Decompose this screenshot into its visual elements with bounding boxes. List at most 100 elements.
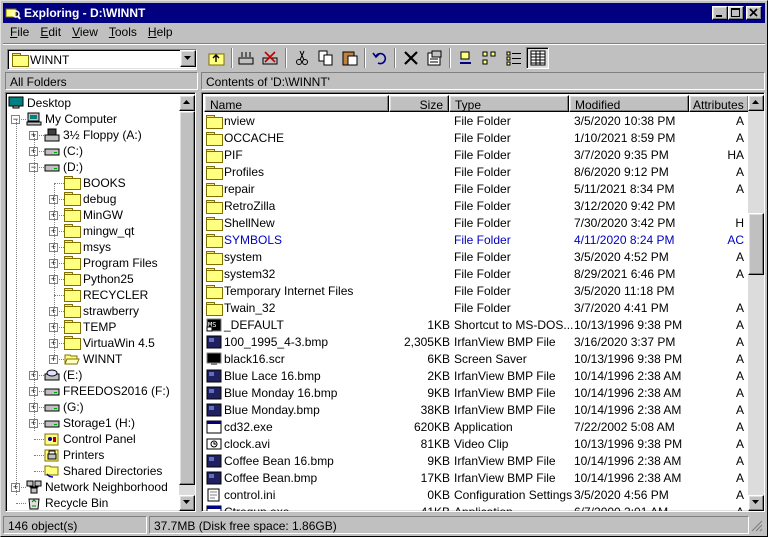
details-view-button[interactable] (526, 47, 549, 69)
column-modified[interactable]: Modified (569, 95, 689, 112)
file-row[interactable]: cd32.exe 620KB Application 7/22/2002 5:08 A… (204, 419, 748, 436)
properties-button[interactable] (423, 47, 446, 69)
file-row[interactable]: clock.avi 81KB Video Clip 10/13/1996 9:38 P… (204, 436, 748, 453)
tree-item[interactable]: My Computer (26, 111, 117, 127)
file-row[interactable]: Ctrequn.exe 41KB Application 6/7/2000 2:01 … (204, 504, 748, 511)
close-button[interactable] (746, 6, 762, 20)
column-name[interactable]: Name (204, 95, 389, 112)
minimize-button[interactable] (712, 6, 728, 20)
tree-item[interactable]: (D:) (44, 159, 83, 175)
tree-item[interactable]: Python25 (64, 271, 134, 287)
small-icons-button[interactable] (478, 47, 501, 69)
menu-file[interactable]: File (5, 24, 35, 42)
cut-button[interactable] (290, 47, 313, 69)
address-combo[interactable]: WINNT (7, 49, 197, 70)
tree-item[interactable]: Storage1 (H:) (44, 415, 135, 431)
tree-item[interactable]: Network Neighborhood (26, 479, 168, 495)
file-row[interactable]: Coffee Bean.bmp 17KB IrfanView BMP File 10/… (204, 470, 748, 487)
file-row[interactable]: repair File Folder 5/11/2021 8:34 PM A (204, 181, 748, 198)
tree-scrollbar[interactable] (179, 95, 195, 511)
file-modified: 10/14/1996 2:38 AM (574, 369, 682, 383)
tree-item-label: (C:) (63, 144, 83, 158)
column-type[interactable]: Type (449, 95, 569, 112)
up-one-level-button[interactable] (205, 47, 228, 69)
tree-item[interactable]: debug (64, 191, 116, 207)
dropdown-button[interactable] (180, 50, 196, 67)
file-row[interactable]: black16.scr 6KB Screen Saver 10/13/1996 9:3… (204, 351, 748, 368)
file-name: SYMBOLS (224, 233, 283, 247)
file-row[interactable]: system File Folder 3/5/2020 4:52 PM A (204, 249, 748, 266)
file-type: File Folder (454, 250, 511, 264)
file-row[interactable]: Blue Monday.bmp 38KB IrfanView BMP File 10/… (204, 402, 748, 419)
file-type: File Folder (454, 301, 511, 315)
scroll-down-button[interactable] (179, 495, 195, 511)
list-scrollbar[interactable] (748, 95, 764, 511)
file-attributes: A (735, 182, 744, 196)
file-row[interactable]: SYMBOLS File Folder 4/11/2020 8:24 PM AC (204, 232, 748, 249)
tree-item[interactable]: Shared Directories (44, 463, 162, 479)
scroll-up-button[interactable] (748, 95, 764, 111)
file-row[interactable]: control.ini 0KB Configuration Settings 3/5/… (204, 487, 748, 504)
file-row[interactable]: Profiles File Folder 8/6/2020 9:12 PM A (204, 164, 748, 181)
tree-item[interactable]: strawberry (64, 303, 139, 319)
tree-item[interactable]: BOOKS (64, 175, 126, 191)
drive-icon (44, 144, 60, 158)
tree-item[interactable]: WINNT (64, 351, 122, 367)
tree-item[interactable]: Recycle Bin (26, 495, 108, 511)
delete-button[interactable] (399, 47, 422, 69)
copy-button[interactable] (314, 47, 337, 69)
tree-item[interactable]: RECYCLER (64, 287, 148, 303)
file-row[interactable]: Coffee Bean 16.bmp 9KB IrfanView BMP File 1… (204, 453, 748, 470)
large-icons-button[interactable] (454, 47, 477, 69)
scroll-up-button[interactable] (179, 95, 195, 111)
tree-item[interactable]: TEMP (64, 319, 116, 335)
map-drive-icon[interactable] (235, 47, 258, 69)
tree-item[interactable]: Printers (44, 447, 104, 463)
column-size[interactable]: Size (389, 95, 449, 112)
file-row[interactable]: nview File Folder 3/5/2020 10:38 PM A (204, 113, 748, 130)
disconnect-drive-icon[interactable] (259, 47, 282, 69)
tree-item[interactable]: FREEDOS2016 (F:) (44, 383, 170, 399)
paste-button[interactable] (338, 47, 361, 69)
title-bar[interactable]: Exploring - D:\WINNT (3, 3, 765, 23)
menu-tools[interactable]: Tools (104, 24, 143, 42)
file-row[interactable]: Temporary Internet Files File Folder 3/5/2… (204, 283, 748, 300)
file-attributes: A (735, 403, 744, 417)
list-scroll-thumb[interactable] (748, 213, 764, 275)
menu-edit[interactable]: Edit (35, 24, 67, 42)
column-attributes[interactable]: Attributes (689, 95, 749, 112)
file-row[interactable]: Blue Lace 16.bmp 2KB IrfanView BMP File 10/… (204, 368, 748, 385)
file-row[interactable]: Twain_32 File Folder 3/7/2020 4:41 PM A (204, 300, 748, 317)
file-row[interactable]: MS _DEFAULT 1KB Shortcut to MS-DOS... 10/13/… (204, 317, 748, 334)
tree-item[interactable]: Desktop (8, 95, 71, 111)
tree-scroll-thumb[interactable] (179, 111, 195, 485)
tree-item[interactable]: Control Panel (44, 431, 136, 447)
file-type: IrfanView BMP File (454, 386, 556, 400)
tree-item[interactable]: msys (64, 239, 111, 255)
tree-item[interactable]: Program Files (64, 255, 158, 271)
tree-item[interactable]: (G:) (44, 399, 84, 415)
list-view-button[interactable] (502, 47, 525, 69)
tree-item[interactable]: (E:) (44, 367, 82, 383)
file-row[interactable]: 100_1995_4-3.bmp 2,305KB IrfanView BMP Fil… (204, 334, 748, 351)
file-row[interactable]: PIF File Folder 3/7/2020 9:35 PM HA (204, 147, 748, 164)
undo-button[interactable] (368, 47, 391, 69)
scroll-down-button[interactable] (748, 495, 764, 511)
tree-item-label: (G:) (63, 400, 84, 414)
file-list[interactable]: Name Size Type Modified Attributes nview… (201, 92, 765, 512)
menu-view[interactable]: View (67, 24, 104, 42)
size-grip-icon[interactable] (751, 520, 763, 535)
menu-help[interactable]: Help (143, 24, 179, 42)
file-row[interactable]: system32 File Folder 8/29/2021 6:46 PM A (204, 266, 748, 283)
tree-item[interactable]: VirtuaWin 4.5 (64, 335, 155, 351)
tree-item[interactable]: (C:) (44, 143, 83, 159)
tree-item[interactable]: 3½ Floppy (A:) (44, 127, 142, 143)
tree-item[interactable]: MinGW (64, 207, 123, 223)
maximize-button[interactable] (728, 6, 744, 20)
file-row[interactable]: OCCACHE File Folder 1/10/2021 8:59 PM A (204, 130, 748, 147)
file-row[interactable]: Blue Monday 16.bmp 9KB IrfanView BMP File 1… (204, 385, 748, 402)
file-row[interactable]: ShellNew File Folder 7/30/2020 3:42 PM H (204, 215, 748, 232)
folder-tree[interactable]: Desktop − My Computer +3½ Floppy (A:) + (C:) −… (5, 92, 196, 512)
tree-item[interactable]: mingw_qt (64, 223, 134, 239)
file-row[interactable]: RetroZilla File Folder 3/12/2020 9:42 PM (204, 198, 748, 215)
